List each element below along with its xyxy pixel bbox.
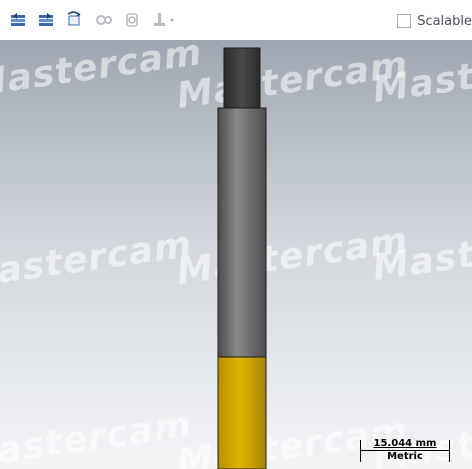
stack-left-icon: [11, 13, 25, 26]
gear-pair-icon: [96, 15, 112, 25]
tool-top-shank: [223, 47, 261, 111]
scale-unit: Metric: [387, 451, 423, 462]
tool-flute: [217, 356, 267, 469]
rotate-view-icon: [67, 11, 81, 26]
stack-right-button[interactable]: [36, 10, 56, 30]
tool-body: [217, 107, 267, 358]
stack-left-button[interactable]: [8, 10, 28, 30]
scalable-toggle[interactable]: Scalable: [397, 12, 472, 30]
scale-indicator: 15.044 mm Metric: [360, 438, 450, 464]
tool-model: [217, 47, 267, 469]
scale-value: 15.044 mm: [373, 438, 437, 449]
tool-preview-viewport[interactable]: Mastercam Mastercam Mastercam Mastercam …: [0, 40, 472, 469]
scalable-label: Scalable: [417, 13, 472, 29]
holder-dropdown-icon: [154, 13, 174, 26]
rotate-view-button[interactable]: [64, 10, 84, 30]
viewer-toolbar: Scalable: [0, 0, 472, 41]
gear-pair-button[interactable]: [94, 10, 114, 30]
spindle-icon: [126, 13, 138, 27]
stack-right-icon: [39, 13, 53, 26]
holder-dropdown-button[interactable]: [150, 10, 178, 30]
spindle-button[interactable]: [122, 10, 142, 30]
scalable-checkbox[interactable]: [397, 14, 412, 28]
